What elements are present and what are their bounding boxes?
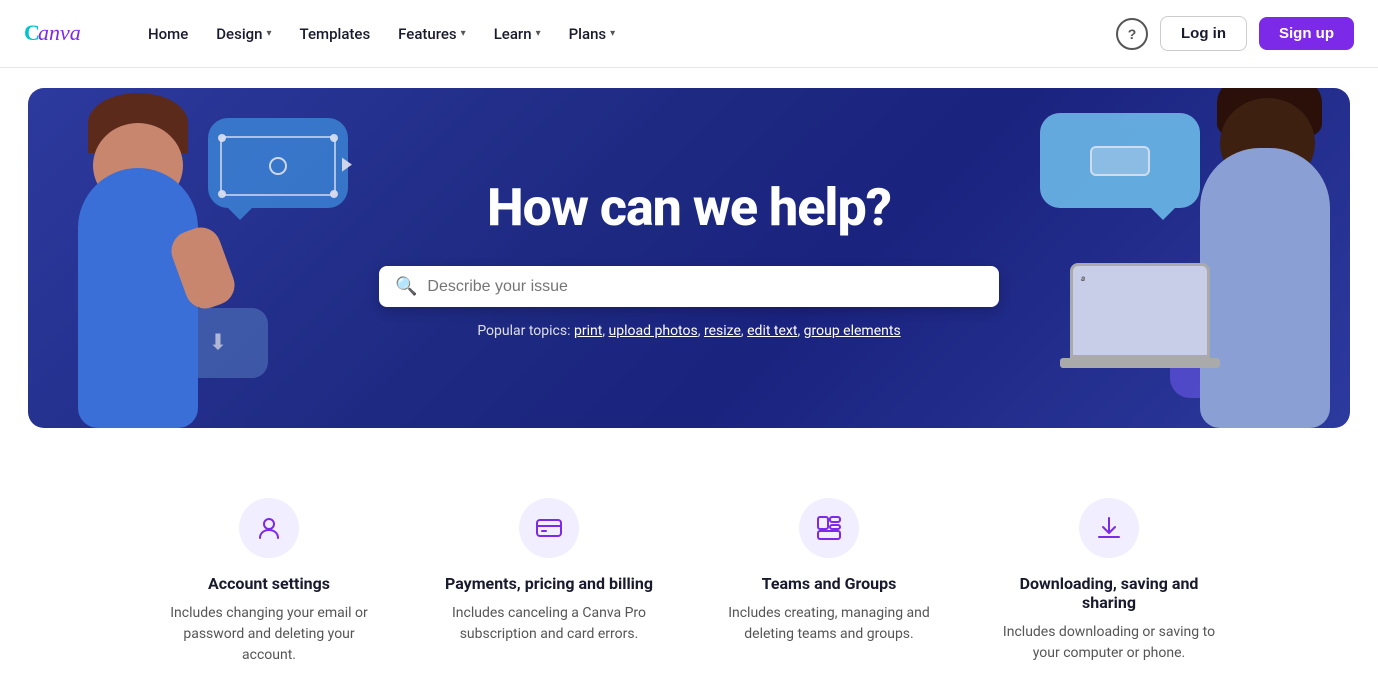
character-body xyxy=(78,168,198,428)
nav-links: Home Design ▾ Templates Features ▾ Learn… xyxy=(136,17,1116,51)
hero-section: ⬇ ♛ a How c xyxy=(28,88,1350,428)
ac-vent xyxy=(1090,146,1150,176)
chevron-down-icon: ▾ xyxy=(610,28,615,39)
hero-content: How can we help? 🔍 Popular topics: print… xyxy=(359,177,1019,339)
search-icon: 🔍 xyxy=(395,276,417,297)
character-body xyxy=(1200,148,1330,428)
category-account-settings[interactable]: Account settings Includes changing your … xyxy=(159,498,379,666)
teams-groups-icon xyxy=(799,498,859,558)
category-title: Teams and Groups xyxy=(719,574,939,593)
topic-edit-text[interactable]: edit text xyxy=(747,323,797,339)
payments-billing-icon xyxy=(519,498,579,558)
category-downloading-sharing[interactable]: Downloading, saving and sharing Includes… xyxy=(999,498,1219,666)
category-title: Downloading, saving and sharing xyxy=(999,574,1219,612)
chevron-down-icon: ▾ xyxy=(536,28,541,39)
category-title: Account settings xyxy=(159,574,379,593)
canva-logo[interactable]: C anva xyxy=(24,16,104,52)
laptop-screen: a xyxy=(1070,263,1210,358)
category-teams-groups[interactable]: Teams and Groups Includes creating, mana… xyxy=(719,498,939,666)
topic-print[interactable]: print xyxy=(574,323,602,339)
downloading-sharing-icon xyxy=(1079,498,1139,558)
topic-resize[interactable]: resize xyxy=(704,323,741,339)
search-bar: 🔍 xyxy=(379,266,999,307)
category-description: Includes canceling a Canva Pro subscript… xyxy=(439,603,659,645)
topic-group-elements[interactable]: group elements xyxy=(804,323,901,339)
nav-design[interactable]: Design ▾ xyxy=(204,17,283,51)
nav-features[interactable]: Features ▾ xyxy=(386,17,478,51)
laptop-base xyxy=(1060,358,1220,368)
topic-upload-photos[interactable]: upload photos xyxy=(609,323,698,339)
nav-learn[interactable]: Learn ▾ xyxy=(482,17,553,51)
navbar: C anva Home Design ▾ Templates Features … xyxy=(0,0,1378,68)
login-button[interactable]: Log in xyxy=(1160,16,1247,51)
cursor-icon xyxy=(342,158,352,172)
search-input[interactable] xyxy=(427,278,983,296)
category-description: Includes downloading or saving to your c… xyxy=(999,622,1219,664)
popular-topics: Popular topics: print, upload photos, re… xyxy=(379,323,999,339)
category-title: Payments, pricing and billing xyxy=(439,574,659,593)
nav-templates[interactable]: Templates xyxy=(288,17,383,51)
category-description: Includes creating, managing and deleting… xyxy=(719,603,939,645)
chevron-down-icon: ▾ xyxy=(461,28,466,39)
signup-button[interactable]: Sign up xyxy=(1259,17,1354,50)
svg-text:anva: anva xyxy=(38,20,81,45)
corner-handle xyxy=(330,134,338,142)
hero-title: How can we help? xyxy=(379,177,999,238)
help-button[interactable]: ? xyxy=(1116,18,1148,50)
nav-plans[interactable]: Plans ▾ xyxy=(557,17,628,51)
corner-handle xyxy=(330,190,338,198)
nav-actions: ? Log in Sign up xyxy=(1116,16,1354,51)
character-left xyxy=(48,108,248,428)
ac-icon xyxy=(1090,146,1150,176)
category-description: Includes changing your email or password… xyxy=(159,603,379,666)
categories-section: Account settings Includes changing your … xyxy=(0,448,1378,696)
chevron-down-icon: ▾ xyxy=(267,28,272,39)
nav-home[interactable]: Home xyxy=(136,17,200,51)
account-settings-icon xyxy=(239,498,299,558)
speech-bubble-right-top xyxy=(1040,113,1200,208)
category-payments-billing[interactable]: Payments, pricing and billing Includes c… xyxy=(439,498,659,666)
